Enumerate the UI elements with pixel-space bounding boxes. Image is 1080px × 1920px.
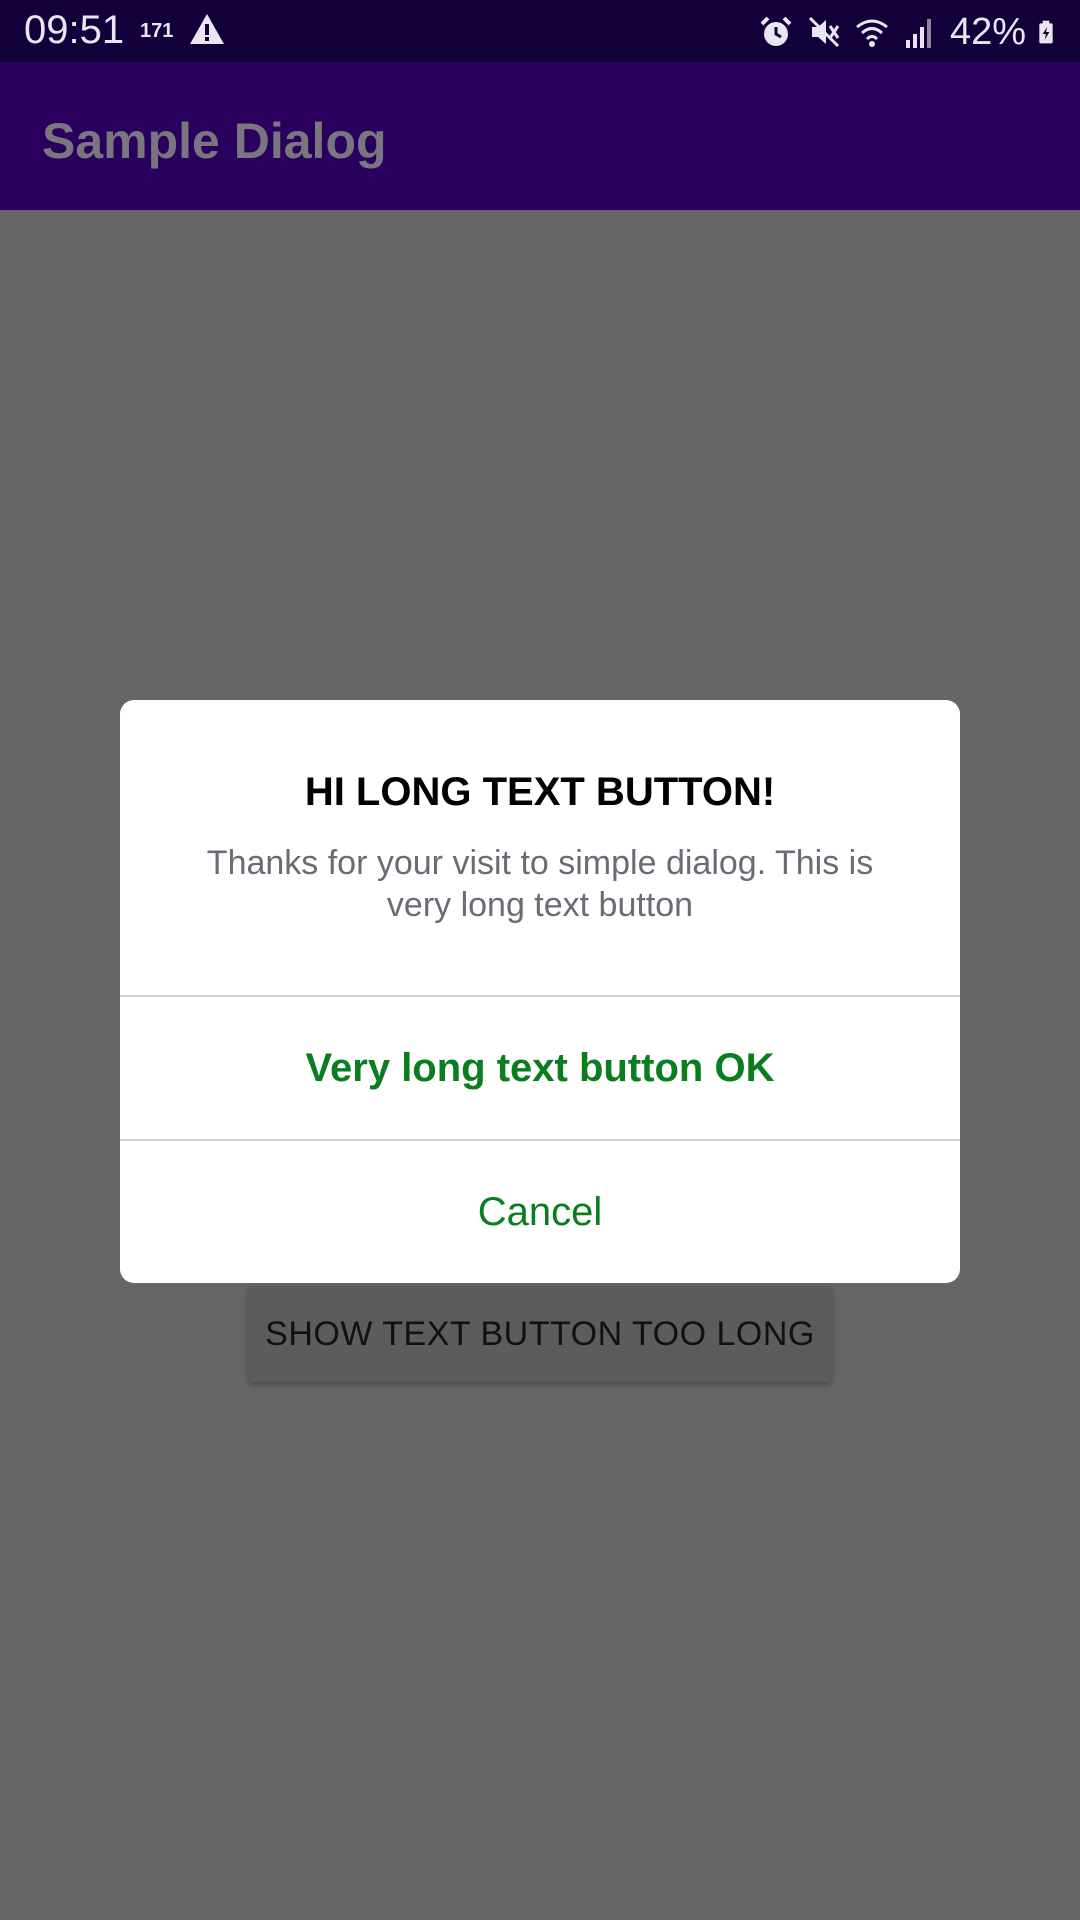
alert-dialog: HI LONG TEXT BUTTON! Thanks for your vis… [120,700,960,1283]
app-title: Sample Dialog [42,113,387,169]
dialog-message: Thanks for your visit to simple dialog. … [206,844,874,924]
status-icons: 42% [758,10,1062,54]
status-time: 09:51 [24,8,125,52]
wifi-icon [856,19,888,47]
show-dialog-button[interactable]: SHOW TEXT BUTTON TOO LONG [248,1286,832,1382]
alarm-icon [760,16,792,46]
app-bar: Sample Dialog [0,62,1080,210]
mute-icon [808,16,840,48]
status-bar: 09:51 171 42% [0,0,1080,62]
ok-button[interactable]: Very long text button OK [120,997,960,1139]
signal-icon [905,19,931,48]
cancel-button[interactable]: Cancel [120,1141,960,1283]
battery-charging-icon [1039,20,1053,44]
notification-count: 171 [140,20,174,42]
warning-icon [190,14,224,44]
dialog-title: HI LONG TEXT BUTTON! [304,770,776,814]
battery-percent: 42% [949,10,1026,53]
